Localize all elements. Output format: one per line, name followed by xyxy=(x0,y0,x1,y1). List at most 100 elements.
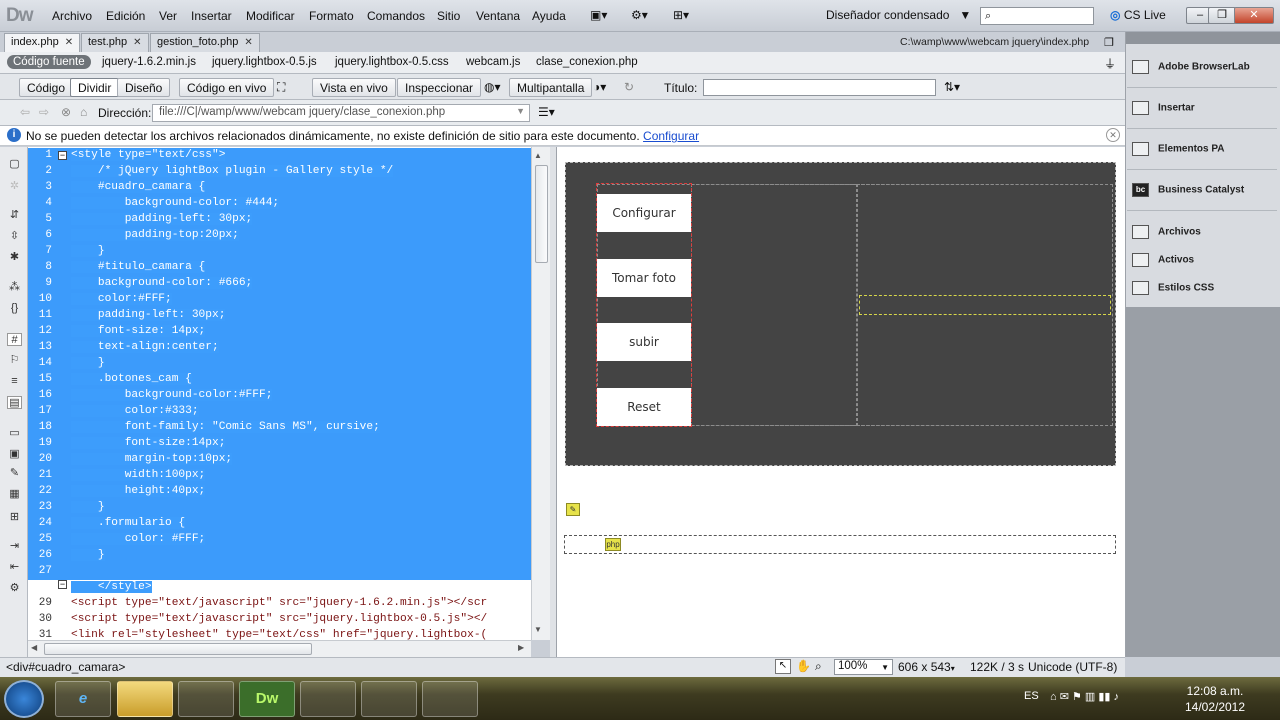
restore-document-icon[interactable]: ❐ xyxy=(1104,36,1114,49)
scroll-down-icon[interactable]: ▼ xyxy=(534,625,542,634)
code-line[interactable]: padding-top:20px; xyxy=(71,229,239,241)
recent-snippets-icon[interactable]: ▦ xyxy=(7,488,22,501)
code-line[interactable]: color:#FFF; xyxy=(71,293,172,305)
panel-business-catalyst[interactable]: bc Business Catalyst xyxy=(1132,183,1244,197)
code-line[interactable]: </style> xyxy=(71,581,152,593)
select-parent-tag-icon[interactable]: ⁂ xyxy=(7,281,22,294)
browser-preview-icon[interactable]: ◍▾ xyxy=(484,80,501,94)
chevron-down-icon[interactable]: ▼ xyxy=(516,106,525,116)
panel-estilos-css[interactable]: Estilos CSS xyxy=(1132,281,1214,295)
live-code-button[interactable]: Código en vivo xyxy=(179,78,275,97)
close-icon[interactable]: ✕ xyxy=(244,37,252,48)
scrollbar-thumb[interactable] xyxy=(44,643,312,655)
tomar-foto-button[interactable]: Tomar foto xyxy=(597,259,691,297)
code-line[interactable]: #titulo_camara { xyxy=(71,261,206,273)
chrome-icon[interactable] xyxy=(178,681,234,717)
code-line[interactable]: .formulario { xyxy=(71,517,186,529)
outdent-code-icon[interactable]: ⇤ xyxy=(7,561,22,574)
code-line[interactable]: color: #FFF; xyxy=(71,533,206,545)
code-line[interactable]: .botones_cam { xyxy=(71,373,192,385)
webcam-app-icon[interactable] xyxy=(361,681,417,717)
scroll-left-icon[interactable]: ◀ xyxy=(31,643,37,652)
workspace-selector[interactable]: Diseñador condensado ▼ xyxy=(826,8,971,22)
system-clock[interactable]: 12:08 a.m. 14/02/2012 xyxy=(1180,683,1250,715)
tab-index-php[interactable]: index.php ✕ xyxy=(4,33,81,52)
address-input[interactable]: file:///C|/wamp/www/webcam jquery/clase_… xyxy=(152,104,530,122)
windows-start-button[interactable] xyxy=(4,680,44,718)
close-info-icon[interactable]: ✕ xyxy=(1106,128,1120,142)
close-icon[interactable]: ✕ xyxy=(133,37,141,48)
help-search-input[interactable]: ⌕ xyxy=(980,7,1094,25)
menu-ventana[interactable]: Ventana xyxy=(476,9,520,23)
inspect-icon[interactable]: ⛶ xyxy=(277,80,285,95)
code-line[interactable]: padding-left: 30px; xyxy=(71,309,226,321)
code-line[interactable]: } xyxy=(71,501,105,513)
scrollbar-thumb[interactable] xyxy=(535,165,548,263)
panel-archivos[interactable]: Archivos xyxy=(1132,225,1201,239)
close-window-button[interactable]: ✕ xyxy=(1234,7,1274,24)
word-wrap-icon[interactable]: ≡ xyxy=(7,375,22,388)
subir-button[interactable]: subir xyxy=(597,323,691,361)
zoom-select[interactable]: 100% ▼ xyxy=(834,659,893,675)
dreamweaver-taskbar-icon[interactable]: Dw xyxy=(239,681,295,717)
open-documents-icon[interactable]: ▢ xyxy=(7,158,22,171)
code-line[interactable]: background-color:#FFF; xyxy=(71,389,273,401)
code-line[interactable]: font-size: 14px; xyxy=(71,325,206,337)
code-line[interactable]: width:100px; xyxy=(71,469,206,481)
layout-icon[interactable]: ▣▾ xyxy=(590,8,607,22)
tab-gestion-foto-php[interactable]: gestion_foto.php ✕ xyxy=(150,33,260,52)
menu-comandos[interactable]: Comandos xyxy=(367,9,425,23)
scroll-right-icon[interactable]: ▶ xyxy=(518,643,524,652)
cs-live-button[interactable]: ◎ CS Live xyxy=(1110,8,1166,22)
related-file[interactable]: clase_conexion.php xyxy=(536,56,638,68)
hand-tool-icon[interactable]: ✋ xyxy=(796,659,811,673)
code-line[interactable]: background-color: #666; xyxy=(71,277,253,289)
balance-braces-icon[interactable]: {} xyxy=(7,302,22,315)
zoom-tool-icon[interactable]: ⌕ xyxy=(815,659,822,674)
tray-icons[interactable]: ⌂ ✉ ⚑ ▥ ▮▮ ♪ xyxy=(1050,690,1119,703)
stop-icon[interactable]: ⊗ xyxy=(61,105,71,119)
title-input[interactable] xyxy=(703,79,936,96)
refresh-icon[interactable]: ↻ xyxy=(624,80,634,94)
menu-modificar[interactable]: Modificar xyxy=(246,9,295,23)
code-line[interactable]: /* jQuery lightBox plugin - Gallery styl… xyxy=(71,165,394,177)
menu-formato[interactable]: Formato xyxy=(309,9,354,23)
visual-aids-icon[interactable]: ◑▾ xyxy=(593,80,606,94)
internet-explorer-icon[interactable]: e xyxy=(55,681,111,717)
live-view-button[interactable]: Vista en vivo xyxy=(312,78,396,97)
camera-app-icon[interactable] xyxy=(422,681,478,717)
script-marker-icon[interactable]: ✎ xyxy=(566,503,580,516)
highlight-invalid-code-icon[interactable]: ⚐ xyxy=(7,354,22,367)
code-line[interactable]: padding-left: 30px; xyxy=(71,213,253,225)
related-file[interactable]: webcam.js xyxy=(466,56,520,68)
select-tool-icon[interactable]: ↖ xyxy=(775,659,791,674)
collapse-icon[interactable]: − xyxy=(58,151,67,160)
close-icon[interactable]: ✕ xyxy=(65,37,73,48)
restore-button[interactable]: ❐ xyxy=(1208,7,1236,24)
source-code-button[interactable]: Código fuente xyxy=(7,55,91,69)
code-line[interactable]: color:#333; xyxy=(71,405,199,417)
panel-adobe-browserlab[interactable]: Adobe BrowserLab xyxy=(1132,60,1250,74)
code-line[interactable]: font-family: "Comic Sans MS", cursive; xyxy=(71,421,380,433)
scroll-up-icon[interactable]: ▲ xyxy=(534,151,542,160)
code-line[interactable]: } xyxy=(71,357,105,369)
menu-edicion[interactable]: Edición xyxy=(106,9,145,23)
window-size[interactable]: 606 x 543▾ xyxy=(898,660,955,674)
php-marker-icon[interactable]: php xyxy=(605,538,621,551)
code-line[interactable]: } xyxy=(71,245,105,257)
code-line[interactable]: height:40px; xyxy=(71,485,206,497)
collapse-tag-icon[interactable]: ⇵ xyxy=(7,209,22,222)
move-css-icon[interactable]: ⊞ xyxy=(7,511,22,524)
panel-group-header[interactable] xyxy=(1126,32,1280,44)
menu-insertar[interactable]: Insertar xyxy=(191,9,232,23)
reset-button[interactable]: Reset xyxy=(597,388,691,426)
show-code-navigator-icon[interactable]: ✲ xyxy=(7,180,22,193)
tag-selector[interactable]: <div#cuadro_camara> xyxy=(6,660,125,674)
menu-ver[interactable]: Ver xyxy=(159,9,177,23)
related-file[interactable]: jquery.lightbox-0.5.js xyxy=(212,56,317,68)
menu-archivo[interactable]: Archivo xyxy=(52,9,92,23)
code-line[interactable]: <style type="text/css"> xyxy=(71,149,226,161)
remove-comment-icon[interactable]: ▣ xyxy=(7,448,22,461)
syntax-coloring-icon[interactable]: ▤ xyxy=(7,396,22,409)
menu-ayuda[interactable]: Ayuda xyxy=(532,9,566,23)
